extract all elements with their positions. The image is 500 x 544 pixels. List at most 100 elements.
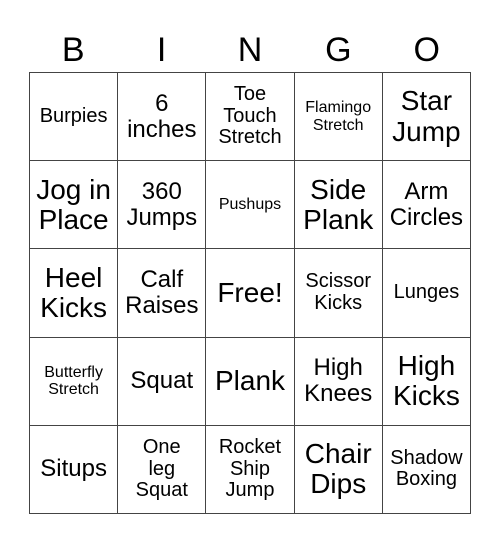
- bingo-cell-b-2[interactable]: Jog in Place: [30, 161, 119, 250]
- cell-label: Scissor Kicks: [305, 271, 371, 314]
- cell-label: High Kicks: [392, 349, 460, 412]
- cell-label-line: Shadow: [390, 446, 463, 469]
- cell-label-line: Jog in: [36, 173, 111, 205]
- cell-label-line: Toe: [233, 83, 267, 106]
- cell-label: Shadow Boxing: [390, 446, 463, 491]
- cell-label-line: Boxing: [395, 468, 457, 491]
- cell-label-line: Star: [400, 85, 453, 117]
- cell-label-line: Jump: [225, 479, 275, 502]
- cell-label: Butterfly Stretch: [44, 364, 103, 399]
- cell-label: Side Plank: [303, 173, 374, 235]
- cell-label-line: Side: [310, 173, 367, 205]
- bingo-cell-i-3[interactable]: Calf Raises: [118, 249, 207, 338]
- cell-label-line: Squat: [130, 367, 194, 395]
- header-letter-n: N: [237, 31, 263, 69]
- cell-label-line: Butterfly: [44, 363, 103, 381]
- cell-label-line: Knees: [304, 380, 373, 408]
- cell-label: Rocket Ship Jump: [218, 436, 282, 502]
- cell-label-line: Heel: [44, 261, 103, 293]
- cell-label-line: 6: [155, 89, 169, 117]
- cell-label: Toe Touch Stretch: [218, 84, 281, 149]
- cell-label: Free!: [217, 276, 283, 308]
- bingo-cell-n-2[interactable]: Pushups: [206, 161, 295, 250]
- cell-label-line: Jump: [392, 115, 461, 147]
- cell-label-line: Arm: [404, 177, 449, 205]
- bingo-cell-i-1[interactable]: 6 inches: [118, 73, 207, 162]
- cell-label-line: Place: [38, 203, 109, 235]
- cell-label: Calf Raises: [125, 267, 198, 319]
- cell-label-line: Raises: [125, 291, 199, 319]
- bingo-cell-o-5[interactable]: Shadow Boxing: [382, 425, 471, 514]
- bingo-cell-g-4[interactable]: High Knees: [294, 337, 383, 426]
- bingo-cell-i-2[interactable]: 360 Jumps: [118, 161, 207, 250]
- bingo-cell-n-4[interactable]: Plank: [206, 337, 295, 426]
- cell-label-line: inches: [127, 115, 197, 143]
- bingo-cell-b-5[interactable]: Situps: [30, 425, 119, 514]
- cell-label-line: Squat: [135, 479, 188, 502]
- cell-label-line: Pushups: [218, 196, 282, 214]
- cell-label-line: 360: [141, 177, 182, 205]
- cell-label-line: Kicks: [40, 291, 108, 323]
- cell-label: Lunges: [394, 282, 460, 304]
- cell-label-line: Stretch: [218, 126, 282, 149]
- cell-label-line: Plank: [303, 203, 374, 235]
- bingo-cell-b-3[interactable]: Heel Kicks: [30, 249, 119, 338]
- cell-label-line: Rocket: [218, 436, 282, 458]
- cell-label-line: Calf: [140, 266, 184, 294]
- cell-label-line: Free!: [217, 276, 283, 308]
- bingo-cell-o-2[interactable]: Arm Circles: [382, 161, 471, 250]
- cell-label-line: Stretch: [312, 116, 364, 134]
- cell-label-line: Kicks: [314, 291, 363, 314]
- cell-label-line: Ship: [229, 457, 270, 480]
- bingo-grid: Burpies 6 inches Toe Touch Stretch Flamingo Str…: [29, 72, 471, 514]
- bingo-cell-g-2[interactable]: Side Plank: [294, 161, 383, 250]
- header-letter-g: G: [325, 31, 352, 69]
- bingo-header: B I N G O: [29, 28, 471, 72]
- cell-label-line: High: [313, 354, 363, 382]
- bingo-cell-g-5[interactable]: Chair Dips: [294, 425, 383, 514]
- cell-label: Arm Circles: [389, 177, 464, 231]
- bingo-cell-g-1[interactable]: Flamingo Stretch: [294, 73, 383, 162]
- cell-label-line: Flamingo: [305, 99, 372, 117]
- cell-label-line: Dips: [310, 468, 367, 500]
- cell-label-line: Jumps: [126, 203, 198, 231]
- cell-label-line: Lunges: [393, 281, 460, 304]
- cell-label: Jog in Place: [36, 173, 111, 235]
- cell-label: Pushups: [219, 196, 281, 213]
- cell-label: Heel Kicks: [40, 261, 108, 323]
- header-letter-i: I: [156, 31, 167, 69]
- header-letter-o: O: [413, 31, 440, 69]
- bingo-cell-b-1[interactable]: Burpies: [30, 73, 119, 162]
- cell-label-line: Scissor: [305, 270, 371, 293]
- bingo-cell-g-3[interactable]: Scissor Kicks: [294, 249, 383, 338]
- cell-label-line: Touch: [223, 104, 277, 127]
- cell-label-line: High: [397, 349, 456, 381]
- cell-label-line: Circles: [389, 203, 464, 231]
- cell-label: Burpies: [39, 104, 108, 128]
- bingo-cell-b-4[interactable]: Butterfly Stretch: [30, 337, 119, 426]
- cell-label: Plank: [214, 365, 286, 397]
- bingo-cell-n-5[interactable]: Rocket Ship Jump: [206, 425, 295, 514]
- cell-label: Chair Dips: [304, 438, 372, 500]
- bingo-cell-o-3[interactable]: Lunges: [382, 249, 471, 338]
- cell-label: One leg Squat: [135, 436, 188, 502]
- bingo-cell-i-4[interactable]: Squat: [118, 337, 207, 426]
- cell-label-line: Chair: [304, 438, 372, 470]
- cell-label: High Knees: [304, 355, 372, 407]
- cell-label-line: One: [142, 436, 181, 458]
- bingo-cell-o-1[interactable]: Star Jump: [382, 73, 471, 162]
- cell-label-line: Kicks: [392, 380, 460, 412]
- bingo-cell-n-1[interactable]: Toe Touch Stretch: [206, 73, 295, 162]
- cell-label-line: Stretch: [48, 381, 99, 399]
- cell-label-line: Burpies: [39, 104, 108, 127]
- cell-label-line: leg: [148, 457, 176, 480]
- cell-label-line: Plank: [214, 365, 286, 397]
- cell-label: Flamingo Stretch: [305, 99, 371, 134]
- cell-label: Situps: [40, 456, 107, 482]
- bingo-cell-o-4[interactable]: High Kicks: [382, 337, 471, 426]
- cell-label: Squat: [130, 368, 193, 394]
- bingo-cell-n-3[interactable]: Free!: [206, 249, 295, 338]
- header-letter-b: B: [61, 31, 85, 69]
- cell-label: 6 inches: [127, 89, 197, 143]
- bingo-cell-i-5[interactable]: One leg Squat: [118, 425, 207, 514]
